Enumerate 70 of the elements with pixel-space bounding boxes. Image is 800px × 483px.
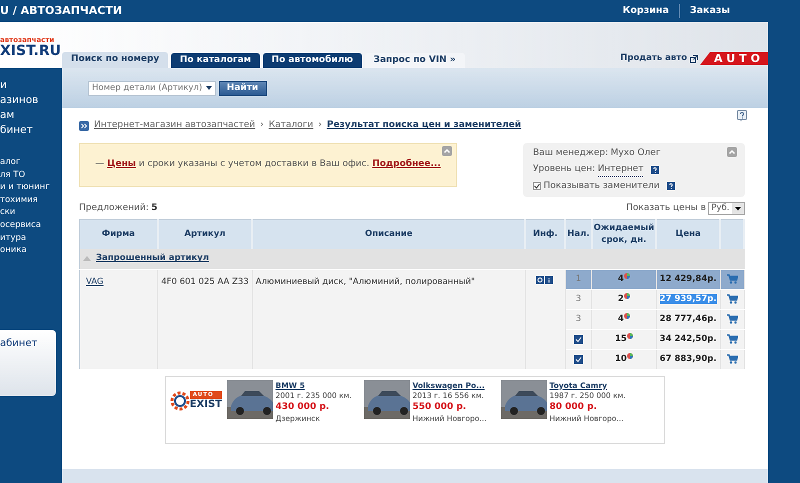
price: 28 777,46р. [660, 314, 717, 324]
stock-count: 3 [576, 294, 582, 304]
cabinet-link[interactable]: абинет [0, 336, 56, 351]
price: 27 939,57р. [660, 294, 717, 304]
catalog-item[interactable]: тохимия [0, 194, 62, 206]
stock-count: 3 [576, 314, 582, 324]
tab[interactable]: По каталогам [170, 53, 260, 68]
offers-count: 5 [151, 202, 158, 215]
auto-badge: AUTO [700, 52, 768, 65]
substitutes-label: Показывать заменители [544, 180, 660, 192]
search-field[interactable]: Номер детали (Артикул) [88, 80, 216, 96]
delivery-days: 4 [618, 272, 624, 286]
offers-label: Предложений: [79, 202, 149, 215]
delivery-days: 2 [618, 292, 624, 306]
breadcrumb-separator: › [318, 119, 322, 132]
tab[interactable]: Поиск по номеру [62, 52, 168, 68]
price: 12 429,84р. [660, 274, 717, 284]
car-price: 80 000 р. [550, 400, 598, 414]
column-header: Артикул [158, 219, 252, 249]
catalog-item[interactable]: ля ТО [0, 168, 62, 182]
catalog-item[interactable]: алог [0, 156, 62, 169]
currency-select[interactable]: Руб. [708, 202, 745, 215]
catalog-item[interactable]: оника [0, 244, 62, 257]
sell-auto-link[interactable]: Продать авто [620, 52, 688, 65]
column-header: Ожидаемый срок, дн. [592, 219, 656, 249]
currency-label: Показать цены в [626, 202, 706, 215]
tab[interactable]: По автомобилю [262, 53, 362, 68]
breadcrumb-separator: › [260, 119, 264, 132]
column-header: Фирма [80, 219, 158, 249]
column-header: Нал. [565, 219, 592, 249]
prices-link[interactable]: Цены [107, 158, 136, 169]
header-link[interactable]: Корзина [622, 4, 669, 18]
catalog-item[interactable]: итура [0, 232, 62, 244]
part-description: Алюминиевый диск, "Алюминий, полированный" [256, 276, 475, 286]
catalog-item[interactable]: осервиса [0, 218, 62, 232]
article-number: 4F0 601 025 AA Z33 [161, 276, 249, 286]
manager-name[interactable]: Мухо Олег [610, 146, 661, 160]
delivery-days: 15 [614, 332, 627, 346]
breadcrumb[interactable]: Интернет-магазин автозапчастей [94, 119, 256, 132]
manager-label: Ваш менеджер: [533, 146, 608, 160]
group-link[interactable]: Запрошенный артикул [96, 252, 209, 266]
catalog-item[interactable]: и и тюнинг [0, 181, 62, 194]
car-price: 550 000 р. [412, 400, 468, 414]
sidebar-item[interactable]: и [0, 78, 62, 93]
header-link[interactable]: Заказы [690, 4, 730, 18]
more-link[interactable]: Подробнее... [372, 158, 441, 169]
column-header: Цена [656, 219, 720, 249]
notice-text: — Цены и сроки указаны с учетом доставки в Ваш офис. Подробнее... [95, 158, 441, 171]
breadcrumb[interactable]: Каталоги [268, 119, 314, 132]
search-button[interactable]: Найти [218, 80, 266, 96]
sidebar-item[interactable]: бинет [0, 123, 62, 138]
column-header: Описание [252, 219, 526, 249]
column-header: Инф. [525, 219, 566, 249]
delivery-days: 4 [618, 312, 624, 326]
price-level-link[interactable]: Интернет [598, 162, 644, 177]
price: 34 242,50р. [660, 334, 717, 344]
price: 67 883,90р. [660, 354, 717, 364]
page-title: U / АВТОЗАПЧАСТИ [0, 2, 122, 19]
vin-request-link[interactable]: Запрос по VIN » [364, 53, 465, 68]
sidebar-item[interactable]: ам [0, 108, 62, 123]
car-price: 430 000 р. [276, 400, 330, 414]
sidebar-item[interactable]: азинов [0, 93, 62, 108]
price-level-label: Уровень цен: [533, 163, 596, 176]
stock-count: 1 [576, 274, 582, 284]
logo-text: XIST.RU [0, 44, 62, 58]
logo-text: EXIST [190, 399, 222, 410]
catalog-item[interactable]: ски [0, 206, 62, 219]
breadcrumb[interactable]: Результат поиска цен и заменителей [326, 119, 522, 132]
delivery-days: 10 [614, 352, 627, 366]
brand-link[interactable]: VAG [86, 276, 104, 286]
